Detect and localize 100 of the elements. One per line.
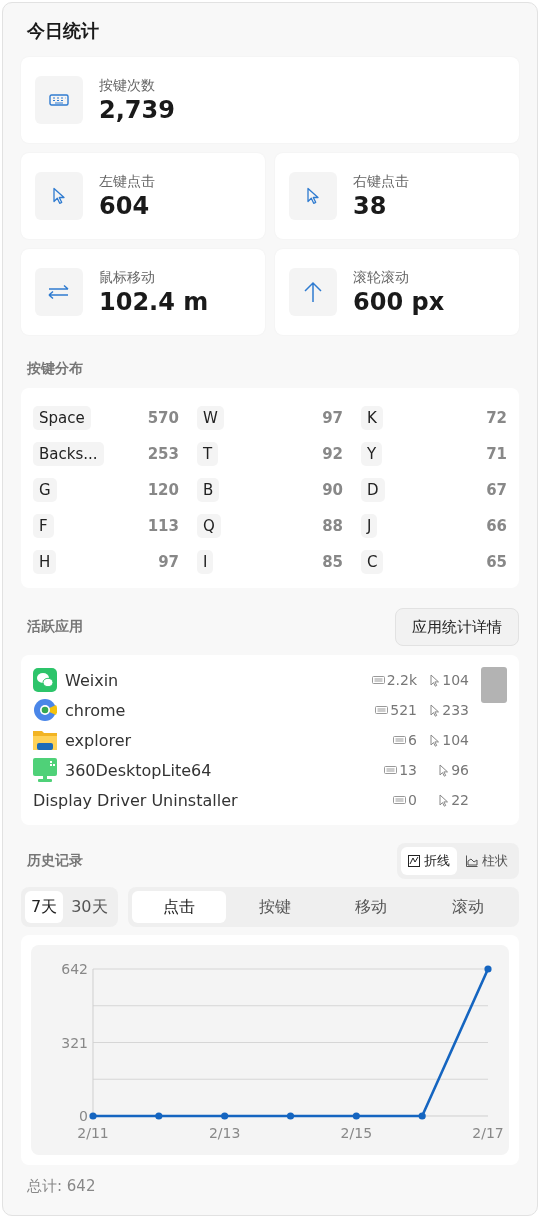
app-name: Display Driver Uninstaller — [33, 790, 239, 810]
y-tick-label: 321 — [61, 1034, 88, 1051]
keyboard-icon — [393, 736, 407, 744]
up-arrow-icon — [303, 281, 323, 303]
data-point — [484, 965, 492, 973]
click-count: 96 — [451, 762, 469, 778]
cursor-icon — [430, 673, 441, 687]
cursor-icon — [430, 733, 441, 747]
metric-tab[interactable]: 滚动 — [420, 891, 515, 923]
key-chip: D — [361, 478, 385, 502]
keyboard-icon — [49, 94, 69, 106]
y-tick-label: 642 — [61, 961, 88, 977]
key-chip: C — [361, 550, 384, 574]
details-button[interactable]: 应用统计详情 — [395, 608, 519, 646]
stat-value: 604 — [99, 191, 151, 220]
app-name: explorer — [65, 730, 133, 750]
click-count: 104 — [442, 672, 469, 688]
cursor-icon — [52, 187, 66, 205]
scrollbar-thumb[interactable] — [481, 667, 507, 703]
cursor-icon — [439, 763, 450, 777]
key-chip: K — [361, 406, 383, 430]
metric-tab[interactable]: 点击 — [131, 891, 226, 923]
chat-app-icon — [33, 668, 57, 692]
total-text: 总计: 642 — [27, 1177, 97, 1196]
section-title: 历史记录 — [26, 852, 83, 870]
key-count: 0 — [408, 792, 417, 808]
cursor-icon — [430, 703, 441, 717]
key-count: 570 — [147, 409, 179, 427]
key-count: 92 — [322, 445, 343, 463]
section-title: 按键分布 — [26, 360, 84, 378]
app-name: 360DesktopLite64 — [65, 760, 213, 780]
key-chip: G — [33, 478, 57, 502]
key-count: 6 — [408, 732, 417, 748]
key-count: 90 — [322, 481, 343, 499]
section-title: 活跃应用 — [26, 618, 83, 636]
data-point — [418, 1112, 426, 1120]
chart-type-tab[interactable]: 柱状 — [459, 847, 515, 875]
stat-label: 右键点击 — [353, 172, 409, 191]
key-chip: Backs... — [33, 442, 104, 466]
swap-arrows-icon — [48, 284, 70, 300]
chart-type-tab[interactable]: 折线 — [401, 847, 457, 875]
key-count: 13 — [399, 762, 417, 778]
stat-value: 2,739 — [99, 95, 175, 124]
data-point — [89, 1112, 97, 1120]
key-count: 71 — [486, 445, 507, 463]
click-count: 233 — [442, 702, 469, 718]
key-count: 113 — [147, 517, 179, 535]
data-point — [286, 1112, 295, 1120]
app-name: Weixin — [65, 670, 120, 690]
line-chart-icon — [408, 855, 420, 867]
x-tick-label: 2/13 — [208, 1125, 241, 1141]
key-count: 66 — [486, 517, 507, 535]
key-count: 65 — [486, 553, 507, 571]
area-chart-icon — [466, 855, 478, 867]
stat-value: 102.4 m — [99, 287, 209, 316]
click-count: 104 — [442, 732, 469, 748]
key-count: 97 — [322, 409, 343, 427]
page-title: 今日统计 — [27, 19, 100, 43]
key-chip: I — [197, 550, 214, 574]
key-count: 67 — [486, 481, 507, 499]
key-count: 2.2k — [386, 672, 417, 688]
key-chip: J — [361, 514, 378, 538]
stat-label: 鼠标移动 — [99, 268, 156, 287]
stat-label: 滚轮滚动 — [353, 268, 410, 287]
keyboard-icon — [375, 706, 389, 714]
key-count: 85 — [322, 553, 343, 571]
keyboard-icon — [384, 766, 398, 774]
stat-value: 38 — [353, 191, 388, 220]
x-tick-label: 2/17 — [472, 1125, 504, 1141]
metric-tab[interactable]: 移动 — [324, 891, 419, 923]
app-name: chrome — [65, 700, 127, 720]
keyboard-icon — [393, 796, 407, 804]
x-tick-label: 2/11 — [77, 1125, 109, 1141]
range-tab[interactable]: 7天 — [25, 891, 64, 923]
key-chip: F — [33, 514, 54, 538]
cursor-icon — [306, 187, 320, 205]
key-chip: Space — [33, 406, 91, 430]
key-chip: Y — [361, 442, 383, 466]
cursor-icon — [439, 793, 450, 807]
key-count: 72 — [486, 409, 507, 427]
key-chip: H — [33, 550, 57, 574]
key-chip: Q — [197, 514, 221, 538]
key-chip: T — [197, 442, 219, 466]
key-count: 521 — [390, 702, 417, 718]
y-tick-label: 0 — [79, 1108, 88, 1124]
click-count: 22 — [451, 792, 469, 808]
data-point — [221, 1112, 229, 1120]
metric-tab[interactable]: 按键 — [227, 891, 323, 923]
key-count: 120 — [147, 481, 179, 499]
key-count: 97 — [158, 553, 179, 571]
data-point — [155, 1112, 163, 1120]
monitor-app-icon — [33, 758, 57, 782]
stat-value: 600 px — [353, 287, 445, 316]
key-count: 253 — [147, 445, 179, 463]
browser-app-icon — [33, 698, 57, 722]
data-point — [352, 1112, 360, 1120]
folder-app-icon — [33, 728, 57, 752]
range-tab[interactable]: 30天 — [65, 891, 114, 923]
x-tick-label: 2/15 — [340, 1125, 373, 1141]
key-chip: B — [197, 478, 220, 502]
